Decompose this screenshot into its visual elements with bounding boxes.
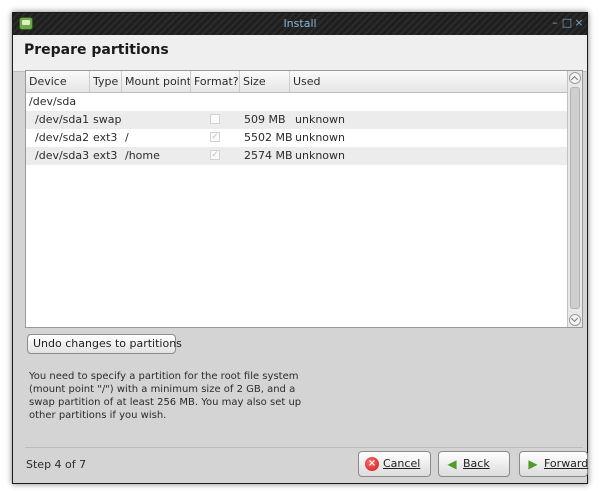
row-device: /dev/sda1 xyxy=(35,113,90,126)
table-row[interactable]: /dev/sda3 ext3 /home ✓ 2574 MB unknown xyxy=(26,147,568,165)
row-used: unknown xyxy=(295,131,345,144)
row-type: swap xyxy=(93,113,122,126)
installer-window: Install – □ × Prepare partitions Device … xyxy=(12,12,588,484)
step-indicator: Step 4 of 7 xyxy=(26,458,87,471)
row-type: ext3 xyxy=(93,149,118,162)
table-row[interactable]: /dev/sda2 ext3 / ✓ 5502 MB unknown xyxy=(26,129,568,147)
window-title: Install xyxy=(283,17,317,30)
row-size: 2574 MB xyxy=(244,149,293,162)
table-header: Device Type Mount point Format? Size Use… xyxy=(26,71,568,93)
row-mount-point: / xyxy=(125,131,129,144)
forward-button[interactable]: ▶ Forward xyxy=(519,451,588,477)
row-device: /dev/sda3 xyxy=(35,149,90,162)
column-header-used[interactable]: Used xyxy=(290,71,568,92)
row-device: /dev/sda2 xyxy=(35,131,90,144)
page-title: Prepare partitions xyxy=(24,42,169,58)
undo-changes-button[interactable]: Undo changes to partitions xyxy=(27,334,182,354)
format-checkbox[interactable] xyxy=(210,114,220,124)
back-button[interactable]: ◀ Back xyxy=(438,451,510,477)
scroll-thumb[interactable] xyxy=(570,87,580,309)
format-checkbox[interactable]: ✓ xyxy=(210,150,220,160)
row-mount-point: /home xyxy=(125,149,160,162)
row-used: unknown xyxy=(295,113,345,126)
column-header-size[interactable]: Size xyxy=(240,71,290,92)
forward-arrow-icon: ▶ xyxy=(528,457,538,471)
cancel-icon: × xyxy=(365,457,379,471)
column-header-type[interactable]: Type xyxy=(90,71,122,92)
row-size: 5502 MB xyxy=(244,131,293,144)
cancel-label: Cancel xyxy=(383,457,421,470)
vertical-scrollbar[interactable] xyxy=(567,71,582,327)
forward-label: Forward xyxy=(544,457,589,470)
partition-requirements-text: You need to specify a partition for the … xyxy=(29,371,302,421)
format-checkbox[interactable]: ✓ xyxy=(210,132,220,142)
row-type: ext3 xyxy=(93,131,118,144)
cancel-button[interactable]: × Cancel xyxy=(358,451,431,477)
scroll-up-icon[interactable] xyxy=(569,72,581,84)
back-arrow-icon: ◀ xyxy=(447,457,457,471)
partition-table[interactable]: Device Type Mount point Format? Size Use… xyxy=(25,70,583,328)
row-size: 509 MB xyxy=(244,113,286,126)
row-used: unknown xyxy=(295,149,345,162)
title-bar[interactable]: Install – □ × xyxy=(13,13,587,36)
back-label: Back xyxy=(463,457,490,470)
scroll-down-icon[interactable] xyxy=(569,314,581,326)
column-header-device[interactable]: Device xyxy=(26,71,90,92)
close-icon[interactable]: × xyxy=(572,16,586,30)
disk-device: /dev/sda xyxy=(29,95,77,108)
page-header: Prepare partitions xyxy=(13,35,587,72)
table-row-disk[interactable]: /dev/sda xyxy=(26,93,568,111)
table-row[interactable]: /dev/sda1 swap 509 MB unknown xyxy=(26,111,568,129)
column-header-mount-point[interactable]: Mount point xyxy=(122,71,191,92)
column-header-format[interactable]: Format? xyxy=(191,71,240,92)
